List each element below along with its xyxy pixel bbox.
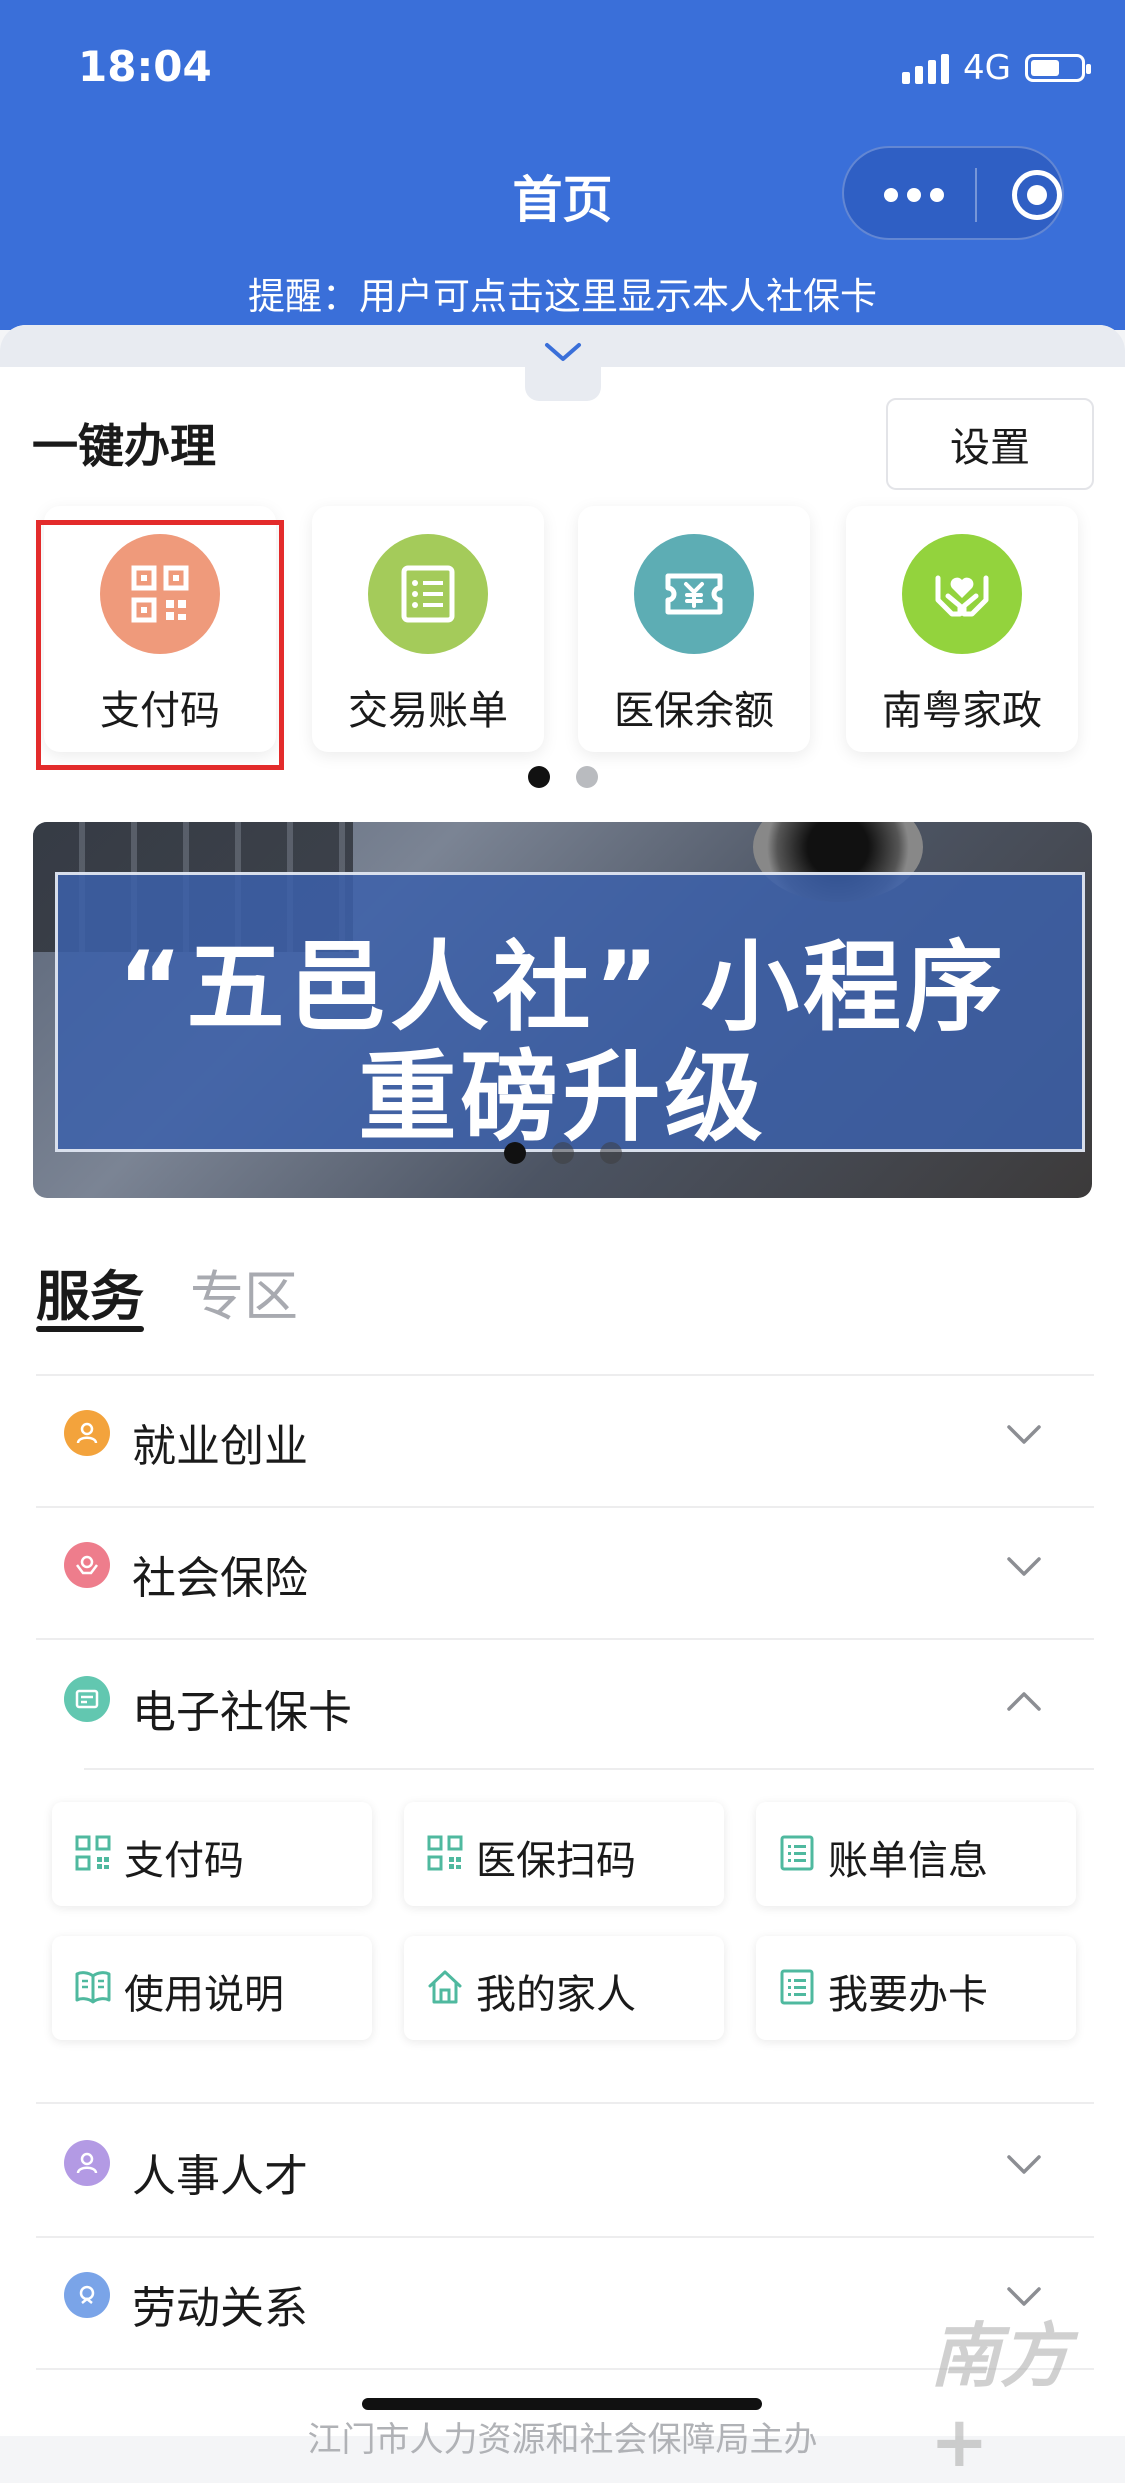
- settings-button[interactable]: 设置: [886, 398, 1094, 490]
- scan-code-icon: [427, 1835, 463, 1871]
- banner-dot[interactable]: [552, 1142, 574, 1164]
- status-indicators: 4G: [902, 48, 1091, 88]
- miniprogram-capsule: [842, 146, 1064, 240]
- card-icon: [64, 1676, 110, 1722]
- quick-section-title: 一键办理: [32, 419, 216, 473]
- banner-dot[interactable]: [600, 1142, 622, 1164]
- network-type: 4G: [963, 48, 1011, 88]
- quick-item-label: 医保余额: [614, 688, 774, 734]
- quick-item-bills[interactable]: 交易账单: [312, 506, 544, 752]
- service-row-label: 电子社保卡: [132, 1687, 352, 1738]
- expand-handle[interactable]: [525, 325, 601, 401]
- home-indicator[interactable]: [362, 2398, 762, 2410]
- ecard-item-bill-info[interactable]: 账单信息: [756, 1802, 1076, 1906]
- ecard-item-pay-code[interactable]: 支付码: [52, 1802, 372, 1906]
- service-row-label: 就业创业: [132, 1421, 308, 1472]
- chevron-down-icon: [1007, 1425, 1041, 1444]
- divider: [84, 1768, 1094, 1770]
- service-row-label: 人事人才: [132, 2151, 308, 2202]
- quick-item-label: 南粤家政: [882, 688, 1042, 734]
- home-icon: [428, 1970, 462, 2004]
- divider: [36, 1506, 1094, 1508]
- ecard-item-instructions[interactable]: 使用说明: [52, 1936, 372, 2040]
- divider: [36, 1374, 1094, 1376]
- tab-services[interactable]: 服务: [36, 1252, 144, 1331]
- quick-item-housekeeping[interactable]: 南粤家政: [846, 506, 1078, 752]
- divider: [36, 1638, 1094, 1640]
- qr-code-icon: [75, 1835, 111, 1871]
- divider: [36, 2236, 1094, 2238]
- close-target-icon[interactable]: [1012, 170, 1062, 220]
- chevron-up-icon: [1007, 1692, 1041, 1711]
- ecard-item-label: 医保扫码: [476, 1838, 636, 1884]
- banner-line-2: 重磅升级: [358, 1041, 767, 1155]
- chevron-down-icon: [1007, 1557, 1041, 1576]
- quick-page-dot[interactable]: [576, 766, 598, 788]
- ecard-item-apply-card[interactable]: 我要办卡: [756, 1936, 1076, 2040]
- service-row-label: 劳动关系: [132, 2283, 308, 2334]
- handshake-icon: [64, 2272, 110, 2318]
- ecard-item-label: 使用说明: [124, 1972, 284, 2018]
- signal-icon: [902, 52, 950, 84]
- tab-zone[interactable]: 专区: [190, 1252, 298, 1331]
- chevron-down-icon: [1007, 2155, 1041, 2174]
- more-icon[interactable]: [884, 188, 944, 202]
- apply-card-icon: [780, 1969, 814, 2005]
- quick-item-label: 交易账单: [348, 688, 508, 734]
- divider: [36, 2102, 1094, 2104]
- quick-item-medical-balance[interactable]: 医保余额: [578, 506, 810, 752]
- hands-heart-icon: [935, 575, 989, 617]
- quick-page-dot-active[interactable]: [528, 766, 550, 788]
- chevron-down-icon: [545, 343, 581, 361]
- user-icon: [64, 2140, 110, 2186]
- battery-icon: [1025, 54, 1091, 82]
- top-header: 18:04 4G 首页 提醒：用户可点击这里显示本人社保卡: [0, 0, 1125, 330]
- bill-list-icon: [780, 1835, 814, 1871]
- highlight-selection-box: [36, 520, 284, 770]
- banner-dot-active[interactable]: [504, 1142, 526, 1164]
- ecard-item-label: 我要办卡: [828, 1972, 988, 2018]
- ecard-item-medical-scan[interactable]: 医保扫码: [404, 1802, 724, 1906]
- quick-item-icon-bg: [902, 534, 1022, 654]
- ecard-item-label: 我的家人: [476, 1972, 636, 2018]
- ecard-item-label: 账单信息: [828, 1838, 988, 1884]
- ecard-item-label: 支付码: [124, 1838, 244, 1884]
- quick-item-icon-bg: [634, 534, 754, 654]
- book-icon: [75, 1971, 111, 2004]
- care-hands-icon: [64, 1542, 110, 1588]
- quick-item-icon-bg: [368, 534, 488, 654]
- watermark-logo: 南方+: [930, 2315, 1070, 2483]
- person-badge-icon: [64, 1410, 110, 1456]
- tab-active-underline: [36, 1326, 144, 1332]
- capsule-divider: [975, 168, 977, 222]
- status-time: 18:04: [78, 42, 212, 91]
- yuan-ticket-icon: [665, 573, 723, 615]
- ecard-item-my-family[interactable]: 我的家人: [404, 1936, 724, 2040]
- social-card-reminder[interactable]: 提醒：用户可点击这里显示本人社保卡: [0, 266, 1125, 320]
- bill-list-icon: [401, 565, 455, 623]
- service-row-label: 社会保险: [132, 1553, 308, 1604]
